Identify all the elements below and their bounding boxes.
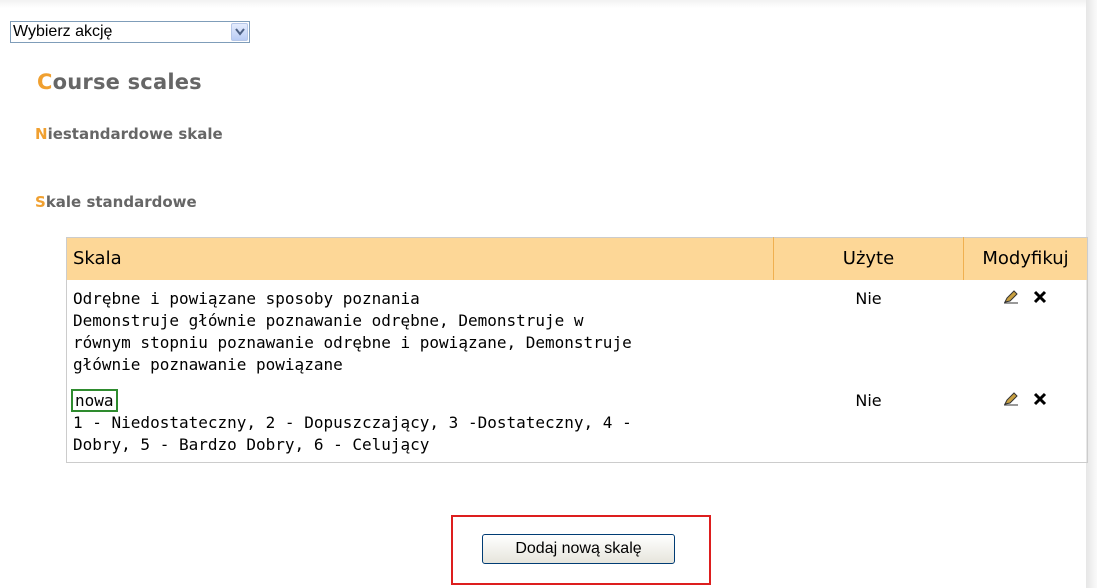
scale-items: Dobry, 5 - Bardzo Dobry, 6 - Celujący [73,434,430,454]
action-select[interactable]: Wybierz akcję [10,21,250,43]
delete-icon[interactable] [1033,288,1047,310]
custom-scales-heading: Niestandardowe skale [35,125,223,143]
used-cell: Nie [855,390,882,410]
table-row: nowa 1 - Niedostateczny, 2 - Dopuszczają… [67,382,1088,463]
scale-name[interactable]: nowa [71,388,118,412]
top-edge [0,0,1086,8]
chevron-down-icon[interactable] [231,23,248,41]
table-row: Odrębne i powiązane sposoby poznania Dem… [67,280,1088,382]
delete-icon[interactable] [1033,390,1047,412]
modify-cell [964,382,1088,463]
edit-icon[interactable] [1003,288,1019,310]
action-select-value: Wybierz akcję [13,23,113,40]
scale-items: Demonstruje głównie poznawanie odrębne, … [73,310,584,330]
scale-items: równym stopniu poznawanie odrębne i powi… [73,332,632,352]
standard-scales-heading: Skale standardowe [35,193,197,211]
table-header-row: Skala Użyte Modyfikuj [66,237,1088,280]
modify-cell [964,280,1088,382]
column-header-modify: Modyfikuj [963,237,1088,280]
scale-cell: Odrębne i powiązane sposoby poznania Dem… [67,280,774,382]
column-header-scale: Skala [66,237,774,280]
add-scale-highlight: Dodaj nową skalę [451,515,711,585]
add-scale-button[interactable]: Dodaj nową skalę [482,534,675,564]
edit-icon[interactable] [1003,390,1019,412]
page-title: Course scales [37,70,202,94]
scales-table: Skala Użyte Modyfikuj Odrębne i powiązan… [66,237,1088,463]
scale-items: 1 - Niedostateczny, 2 - Dopuszczający, 3… [73,412,632,432]
scale-cell: nowa 1 - Niedostateczny, 2 - Dopuszczają… [67,382,774,463]
used-cell: Nie [855,288,882,308]
column-header-used: Użyte [773,237,964,280]
scale-name: Odrębne i powiązane sposoby poznania [73,288,420,308]
scale-items: głównie poznawanie powiązane [73,354,343,374]
